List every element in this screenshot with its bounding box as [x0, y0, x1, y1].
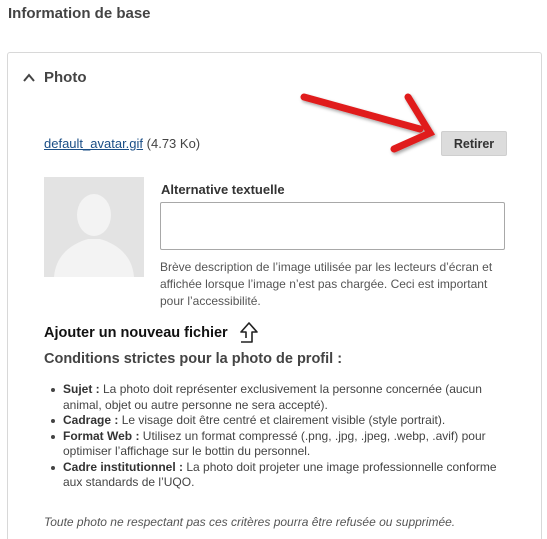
- photo-panel: Photo default_avatar.gif (4.73 Ko) Retir…: [7, 52, 542, 539]
- rules-list: Sujet : La photo doit représenter exclus…: [49, 382, 519, 491]
- list-item: Cadre institutionnel : La photo doit pro…: [49, 460, 519, 491]
- avatar-preview: [44, 177, 144, 277]
- default-avatar-icon: [44, 177, 144, 277]
- upload-arrow-icon: [239, 322, 258, 343]
- list-item: Sujet : La photo doit représenter exclus…: [49, 382, 519, 413]
- alt-text-description: Brève description de l’image utilisée pa…: [160, 260, 493, 308]
- add-file-trigger[interactable]: Ajouter un nouveau fichier: [44, 321, 262, 345]
- add-file-label: Ajouter un nouveau fichier: [44, 325, 228, 341]
- file-info: default_avatar.gif (4.73 Ko): [44, 136, 200, 151]
- list-item: Format Web : Utilisez un format compress…: [49, 429, 519, 460]
- list-item: Cadrage : Le visage doit être centré et …: [49, 413, 519, 429]
- rejection-note: Toute photo ne respectant pas ces critèr…: [44, 515, 456, 529]
- photo-summary-toggle[interactable]: Photo: [22, 69, 87, 86]
- alt-text-label: Alternative textuelle: [161, 182, 285, 197]
- alt-text-input[interactable]: [160, 202, 505, 250]
- photo-summary-label: Photo: [44, 69, 87, 86]
- red-arrow-icon: [300, 93, 436, 153]
- chevron-up-icon: [23, 72, 35, 82]
- section-title: Information de base: [8, 5, 151, 22]
- file-size: (4.73 Ko): [146, 136, 201, 151]
- conditions-title: Conditions strictes pour la photo de pro…: [44, 351, 343, 367]
- remove-button[interactable]: Retirer: [441, 131, 507, 156]
- file-link[interactable]: default_avatar.gif: [44, 136, 143, 151]
